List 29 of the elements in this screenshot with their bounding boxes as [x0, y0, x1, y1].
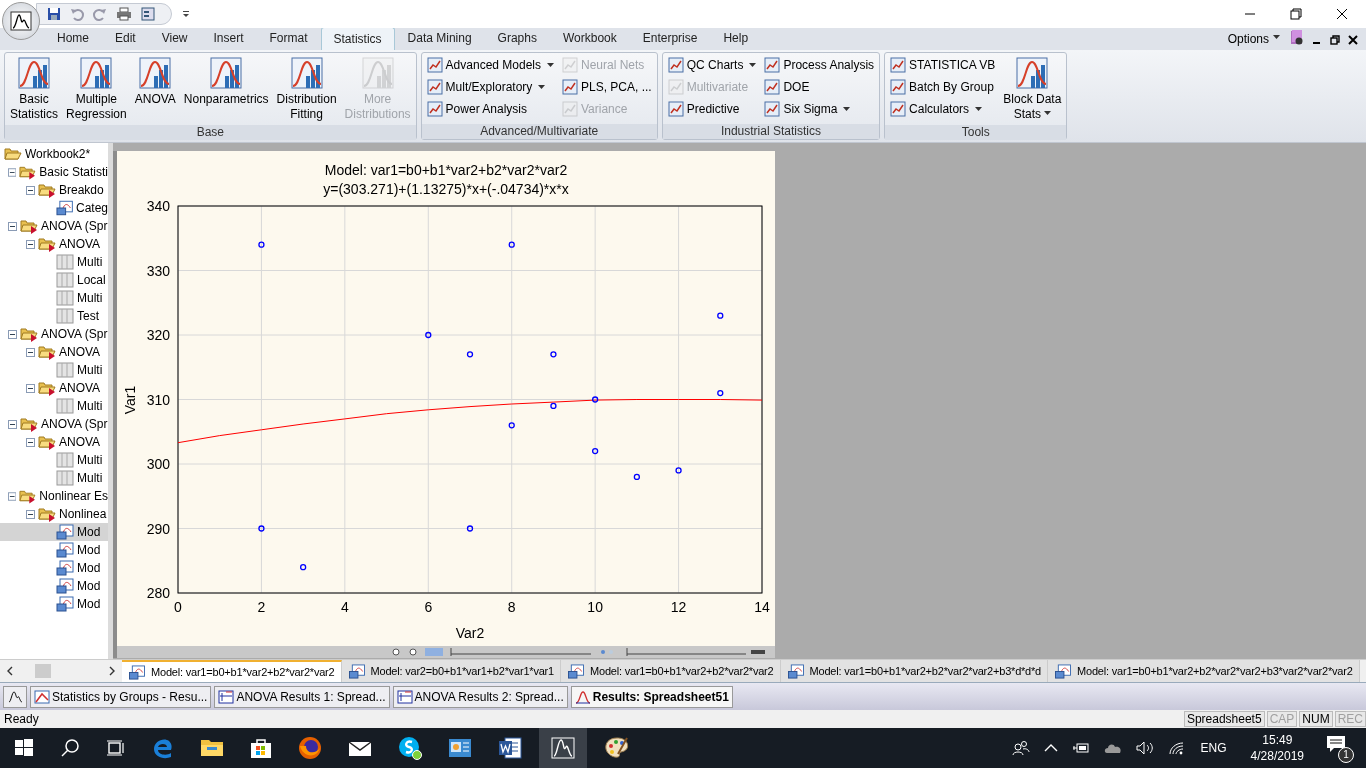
status-indicator: CAP: [1266, 711, 1298, 728]
status-text: Ready: [4, 712, 39, 727]
y-tick-label: 340: [146, 198, 170, 214]
y-axis-title: Var1: [122, 385, 138, 415]
status-indicator: NUM: [1299, 711, 1333, 728]
x-tick-label: 4: [340, 599, 349, 615]
x-tick-label: 12: [670, 599, 687, 615]
y-tick-label: 310: [146, 391, 170, 408]
chart-subtitle: y=(303.271)+(1.13275)*x+(-.04734)*x*x: [323, 181, 569, 197]
chart-title: Model: var1=b0+b1*var2+b2*var2*var2: [324, 162, 568, 178]
group-title: Tools: [885, 125, 1067, 140]
x-tick-label: 8: [507, 599, 516, 615]
group-title: Industrial Statistics: [662, 124, 880, 139]
x-tick-label: 6: [424, 599, 433, 615]
y-tick-label: 280: [146, 585, 170, 601]
y-tick-label: 290: [146, 520, 170, 537]
x-tick-label: 0: [174, 599, 182, 615]
group-title: Advanced/Multivariate: [421, 124, 657, 139]
group-title: Base: [5, 125, 416, 140]
x-tick-label: 14: [754, 599, 770, 615]
x-tick-label: 2: [257, 599, 266, 615]
y-tick-label: 330: [146, 262, 170, 279]
status-indicator: REC: [1334, 711, 1366, 728]
notification-count: 1: [1338, 747, 1354, 763]
x-axis-title: Var2: [455, 625, 485, 641]
y-tick-label: 300: [146, 456, 170, 472]
y-tick-label: 320: [146, 327, 170, 343]
x-tick-label: 10: [587, 599, 603, 615]
status-indicator: Spreadsheet5: [1183, 711, 1265, 728]
